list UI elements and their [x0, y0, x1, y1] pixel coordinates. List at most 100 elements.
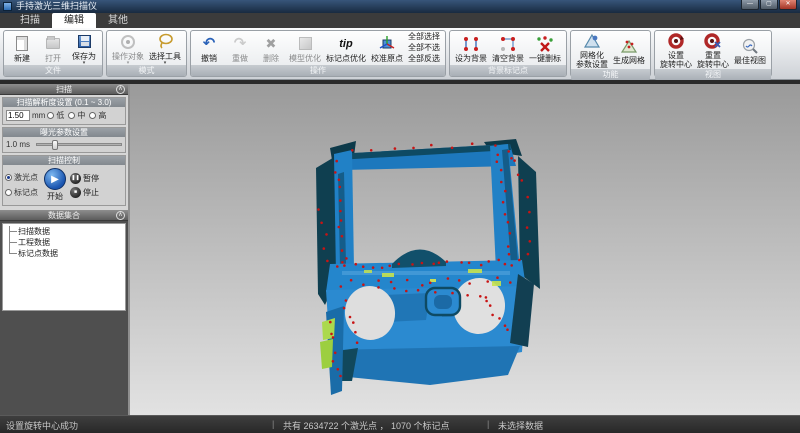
delete-button[interactable]: ✖ 删除 [256, 34, 286, 63]
operate-object-button[interactable]: 操作对象 ▾ [110, 32, 146, 65]
tab-scan[interactable]: 扫描 [8, 13, 52, 28]
group-label-background-markers: 背景标记点 [450, 65, 566, 76]
select-tool-button[interactable]: 选择工具 ▾ [147, 32, 183, 65]
delete-label: 删除 [263, 54, 279, 63]
resolution-mid-label: 中 [77, 110, 85, 121]
ribbon-group-background-markers: 设为背景 清空背景 [449, 30, 567, 77]
window-title: 手持激光三维扫描仪 [16, 0, 97, 13]
stop-label: 停止 [83, 187, 99, 198]
best-view-icon [741, 37, 759, 55]
group-label-file: 文件 [4, 65, 102, 76]
status-bar: 设置旋转中心成功 | 共有 2634722 个激光点 ， 1070 个标记点 |… [0, 415, 800, 433]
redo-button[interactable]: ↷ 重做 [225, 34, 255, 63]
viewport-3d[interactable] [130, 84, 800, 415]
select-none-button[interactable]: 全部不选 [408, 43, 440, 53]
redo-label: 重做 [232, 54, 248, 63]
close-button[interactable]: ✕ [779, 0, 797, 10]
new-label: 新建 [14, 54, 30, 63]
start-scan-button[interactable]: ▶ [44, 168, 66, 190]
tree-item-scan-data[interactable]: 扫描数据 [7, 226, 125, 237]
exposure-slider-thumb[interactable] [52, 140, 58, 150]
scan-panel-title: 扫描 [0, 84, 128, 95]
mesh-params-button[interactable]: 网格化 参数设置 [574, 31, 610, 69]
chevron-down-icon: ▾ [127, 61, 130, 65]
exposure-slider[interactable] [36, 143, 122, 146]
set-background-button[interactable]: 设为背景 [453, 34, 489, 63]
select-invert-button[interactable]: 全部反选 [408, 54, 440, 64]
chevron-down-icon: ▾ [83, 61, 86, 65]
ribbon-group-operations: ↶ 撤销 ↷ 重做 ✖ 删除 模型优化 tip 标记点优化 [190, 30, 446, 77]
undo-icon: ↶ [203, 36, 216, 51]
tree-item-marker-data[interactable]: 标记点数据 [7, 248, 125, 259]
scan-control-title: 扫描控制 [3, 156, 125, 165]
tab-edit[interactable]: 编辑 [52, 13, 96, 28]
open-folder-icon [46, 38, 60, 49]
set-rotation-center-label: 设置 旋转中心 [660, 51, 692, 69]
collapse-icon[interactable]: ∧ [116, 85, 125, 94]
resolution-high-radio[interactable] [89, 112, 96, 119]
generate-mesh-label: 生成网格 [613, 56, 645, 65]
minimize-button[interactable]: — [741, 0, 759, 10]
marker-optimize-label: 标记点优化 [326, 54, 366, 63]
start-scan-label: 开始 [47, 191, 63, 202]
generate-mesh-icon [620, 38, 638, 54]
laser-points-radio[interactable] [5, 174, 12, 181]
save-icon [78, 35, 91, 48]
open-button[interactable]: 打开 [38, 34, 68, 63]
ribbon-group-function: 网格化 参数设置 生成网格 功能 [570, 30, 651, 77]
lasso-icon [157, 33, 174, 50]
resolution-mid-radio[interactable] [68, 112, 75, 119]
tip-logo-icon: tip [339, 38, 352, 50]
marker-points-radio[interactable] [5, 189, 12, 196]
save-as-button[interactable]: 保存为 ▾ [69, 32, 99, 65]
group-label-mode: 模式 [107, 65, 186, 76]
status-divider: | [272, 419, 274, 429]
set-rotation-center-button[interactable]: 设置 旋转中心 [658, 31, 694, 69]
stop-scan-button[interactable]: ■ 停止 [70, 187, 99, 198]
redo-icon: ↷ [234, 36, 247, 51]
clear-background-button[interactable]: 清空背景 [490, 34, 526, 63]
group-label-function: 功能 [571, 69, 650, 80]
marker-optimize-button[interactable]: tip 标记点优化 [324, 34, 368, 63]
calibrate-origin-button[interactable]: 校准原点 [369, 34, 405, 63]
model-optimize-button[interactable]: 模型优化 [287, 34, 323, 63]
play-icon: ▶ [51, 174, 59, 185]
delete-markers-button[interactable]: 一键删标 [527, 34, 563, 63]
resolution-input[interactable] [6, 110, 30, 121]
generate-mesh-button[interactable]: 生成网格 [611, 36, 647, 65]
app-logo-icon [3, 2, 12, 11]
data-panel-title: 数据集合 [0, 210, 128, 221]
scan-panel-header: 扫描 ∧ [0, 84, 128, 95]
status-message: 设置旋转中心成功 [6, 419, 78, 432]
group-label-view: 视图 [655, 69, 771, 80]
resolution-group-title: 扫描解析度设置 (0.1 ~ 3.0) [3, 98, 125, 107]
pause-scan-button[interactable]: ❚❚ 暂停 [70, 173, 99, 184]
pause-label: 暂停 [83, 173, 99, 184]
maximize-button[interactable]: ▢ [760, 0, 778, 10]
point-cloud-model [130, 84, 798, 415]
set-background-label: 设为背景 [455, 54, 487, 63]
ribbon-group-view: 设置 旋转中心 重置 旋转中心 [654, 30, 772, 77]
status-divider: | [487, 419, 489, 429]
select-all-button[interactable]: 全部选择 [408, 32, 440, 42]
stop-icon: ■ [70, 187, 81, 198]
marker-points-label: 标记点 [14, 187, 38, 198]
tree-item-project-data[interactable]: 工程数据 [7, 237, 125, 248]
chevron-down-icon: ▾ [164, 61, 167, 65]
new-button[interactable]: 新建 [7, 34, 37, 63]
tab-other[interactable]: 其他 [96, 13, 140, 28]
exposure-value: 1.0 ms [6, 140, 30, 149]
best-view-button[interactable]: 最佳视图 [732, 36, 768, 65]
clear-background-icon [499, 36, 517, 52]
new-file-icon [16, 36, 28, 51]
clear-background-label: 清空背景 [492, 54, 524, 63]
exposure-group-title: 曝光参数设置 [3, 128, 125, 137]
scan-panel-body: 扫描解析度设置 (0.1 ~ 3.0) mm 低 中 高 曝光参数设置 [0, 95, 128, 210]
undo-button[interactable]: ↶ 撤销 [194, 34, 224, 63]
mesh-params-icon [583, 33, 601, 49]
ribbon-group-mode: 操作对象 ▾ 选择工具 ▾ 模式 [106, 30, 187, 77]
collapse-icon[interactable]: ∧ [116, 211, 125, 220]
exposure-group: 曝光参数设置 1.0 ms [2, 127, 126, 153]
resolution-low-radio[interactable] [47, 112, 54, 119]
reset-rotation-center-button[interactable]: 重置 旋转中心 [695, 31, 731, 69]
